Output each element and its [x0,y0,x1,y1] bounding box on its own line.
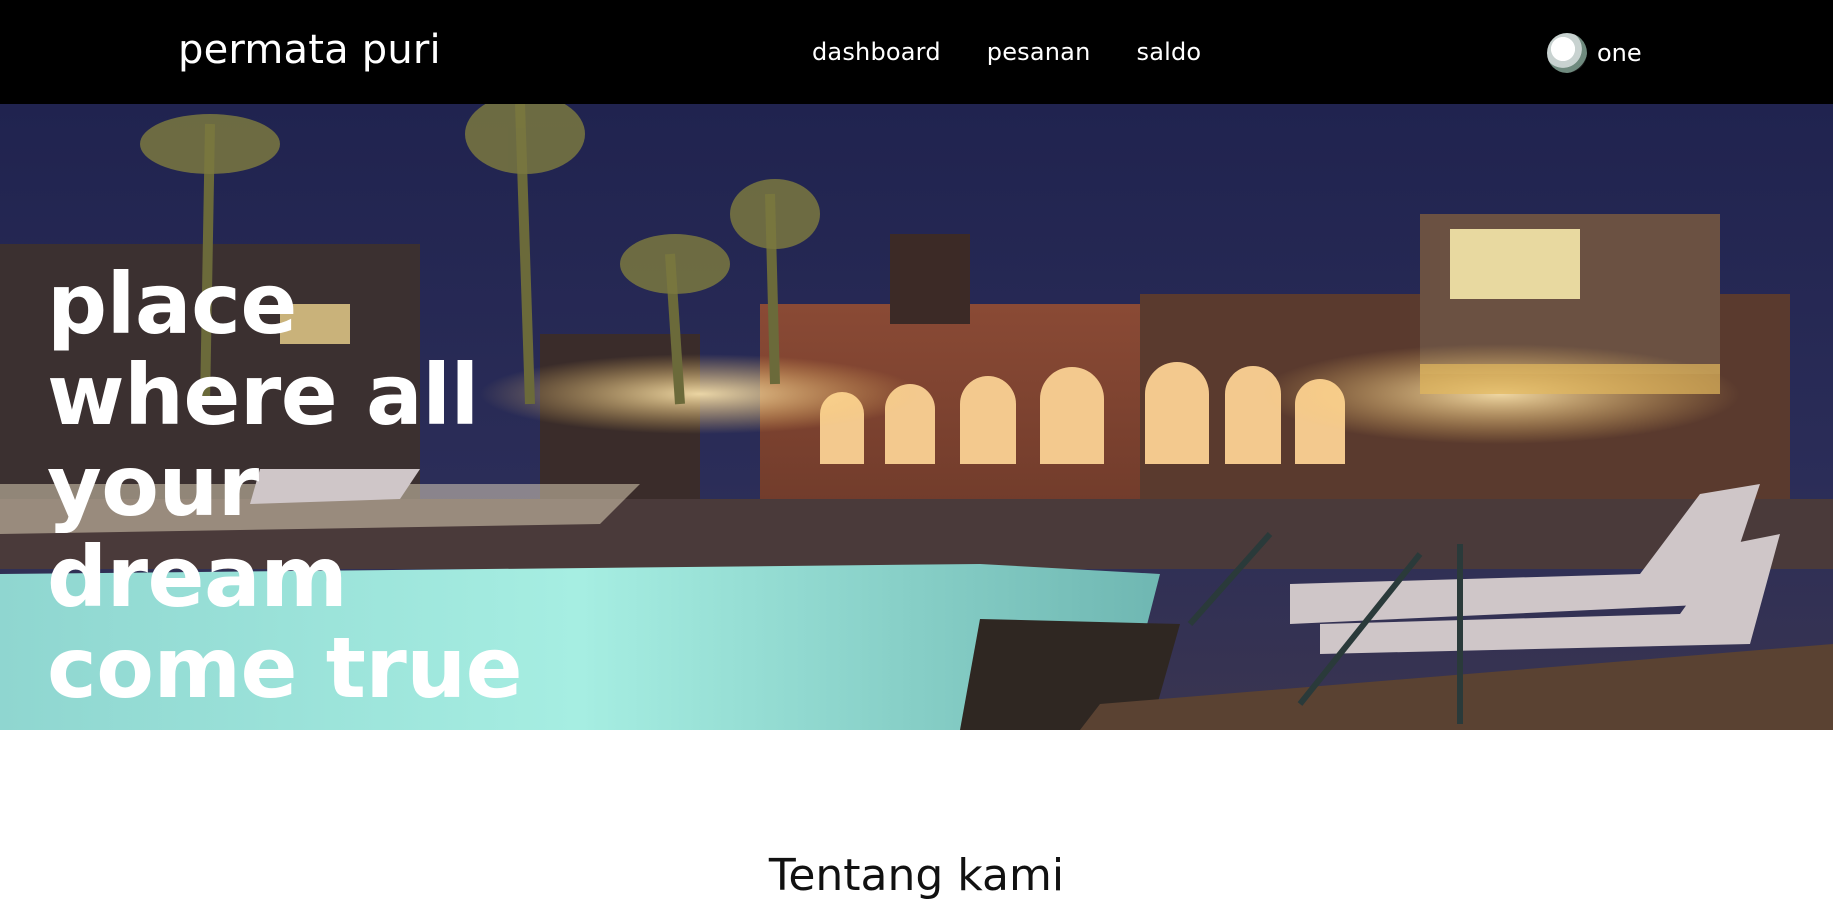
about-heading: Tentang kami [768,850,1065,901]
hero-banner: place where all your dream come true [0,104,1833,730]
navbar: permata puri dashboard pesanan saldo one [0,0,1833,104]
user-avatar-icon[interactable] [1547,33,1587,73]
brand-logo[interactable]: permata puri [178,27,441,73]
user-name[interactable]: one [1597,39,1642,67]
nav-link-pesanan[interactable]: pesanan [987,38,1091,66]
nav-link-dashboard[interactable]: dashboard [812,38,941,66]
user-menu[interactable]: one [1547,33,1642,73]
nav-links: dashboard pesanan saldo [812,38,1201,66]
nav-link-saldo[interactable]: saldo [1137,38,1202,66]
hero-title: place where all your dream come true [47,255,523,717]
